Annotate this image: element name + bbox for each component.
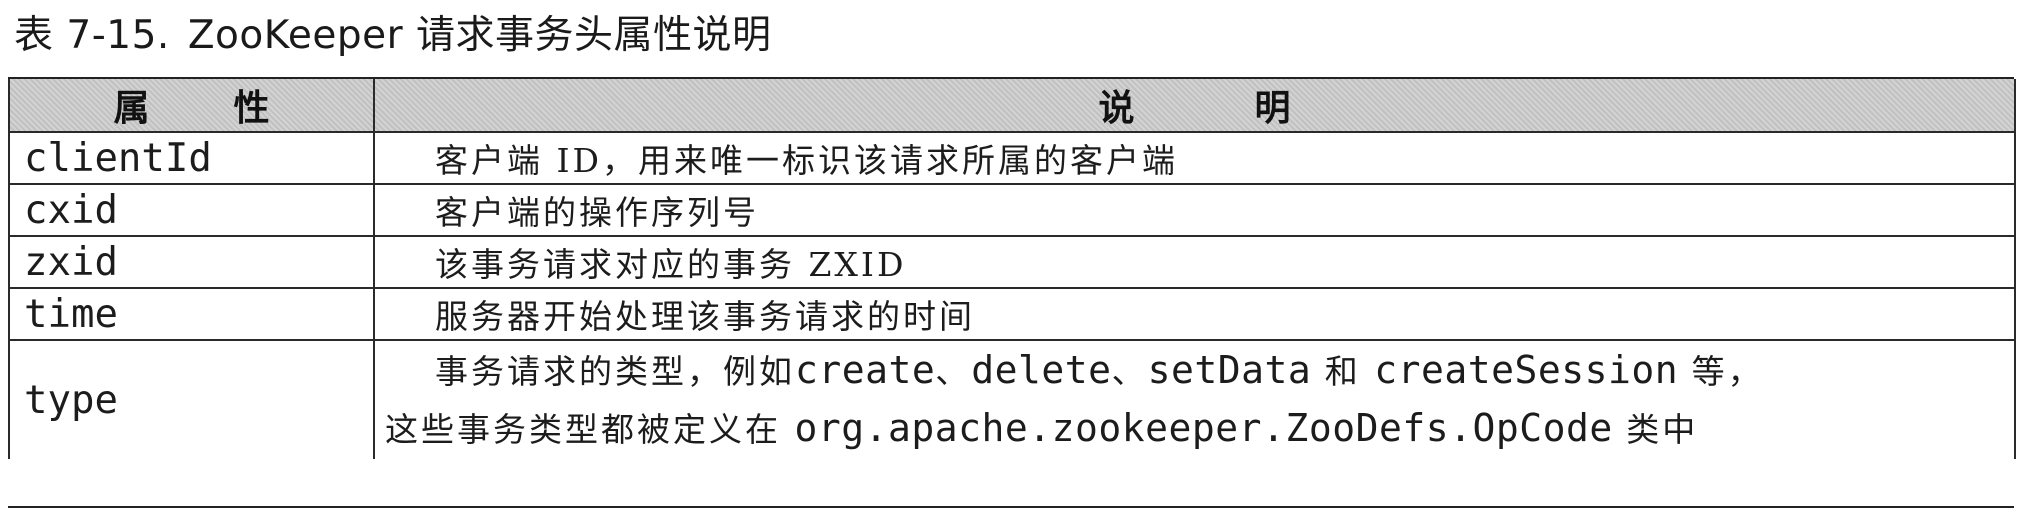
table-row: cxid 客户端的操作序列号 <box>8 183 2016 237</box>
row-description: 客户端的操作序列号 <box>373 183 2016 237</box>
row-attribute: type <box>8 339 375 459</box>
table-header-row: 属性 说明 <box>8 79 2016 133</box>
caption-title: ZooKeeper 请求事务头属性说明 <box>187 13 772 58</box>
row-attribute: cxid <box>8 183 375 237</box>
row-description: 该事务请求对应的事务 ZXID <box>373 235 2016 289</box>
row-attribute: time <box>8 287 375 341</box>
caption-label: 表 7-15. <box>14 13 170 58</box>
table-row: clientId 客户端 ID，用来唯一标识该请求所属的客户端 <box>8 131 2016 185</box>
description-line-2: 这些事务类型都被定义在 org.apache.zookeeper.ZooDefs… <box>385 406 1699 450</box>
table-row: time 服务器开始处理该事务请求的时间 <box>8 287 2016 341</box>
row-attribute: clientId <box>8 131 375 185</box>
row-description: 服务器开始处理该事务请求的时间 <box>373 287 2016 341</box>
row-attribute: zxid <box>8 235 375 289</box>
table-caption: 表 7-15. ZooKeeper 请求事务头属性说明 <box>14 10 772 62</box>
header-attribute: 属性 <box>8 79 375 133</box>
description-line-1: 事务请求的类型，例如create、delete、setData 和 create… <box>435 348 1764 392</box>
table-row: zxid 该事务请求对应的事务 ZXID <box>8 235 2016 289</box>
attribute-table: 属性 说明 clientId 客户端 ID，用来唯一标识该请求所属的客户端 cx… <box>8 79 2016 459</box>
table-row: type 事务请求的类型，例如create、delete、setData 和 c… <box>8 339 2016 459</box>
row-description: 事务请求的类型，例如create、delete、setData 和 create… <box>373 339 2016 459</box>
table-bottom-rule <box>8 506 2014 508</box>
header-description: 说明 <box>373 79 2016 133</box>
row-description: 客户端 ID，用来唯一标识该请求所属的客户端 <box>373 131 2016 185</box>
